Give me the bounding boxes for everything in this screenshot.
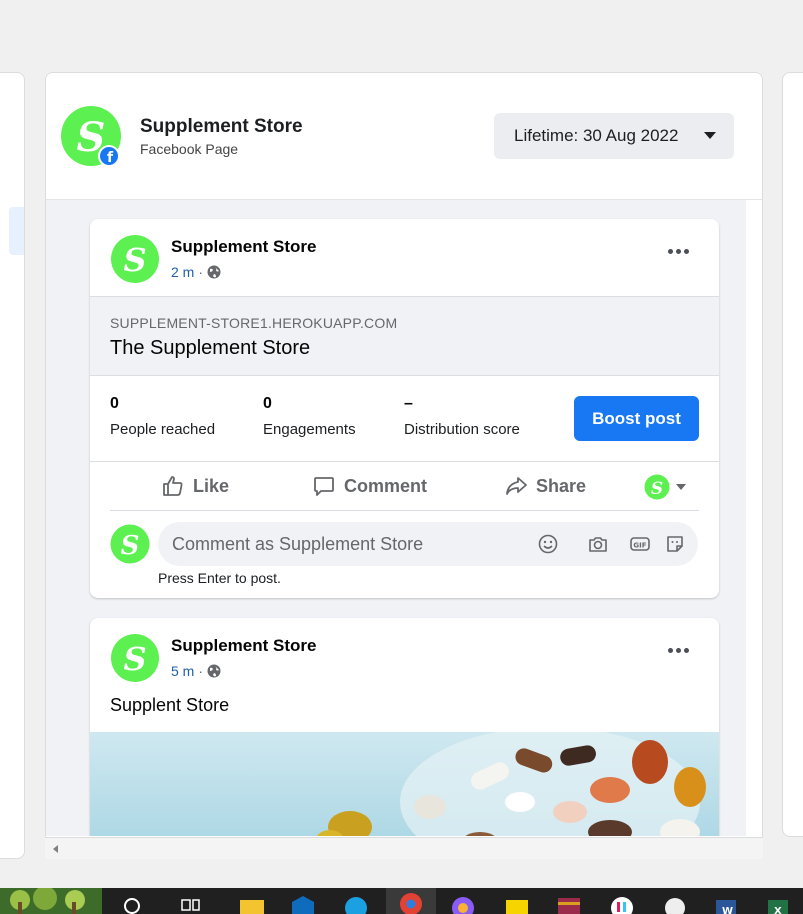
post-author-avatar[interactable]: S xyxy=(110,633,160,683)
chrome-taskbar-active[interactable] xyxy=(386,888,436,914)
svg-text:S: S xyxy=(121,531,140,561)
like-icon xyxy=(163,476,183,496)
left-panel-stub xyxy=(0,72,25,859)
scroll-left-icon[interactable] xyxy=(53,845,58,853)
post-timestamp[interactable]: 5 m xyxy=(171,663,194,679)
stat-engagements: 0 Engagements xyxy=(263,395,356,438)
link-domain: SUPPLEMENT-STORE1.HEROKUAPP.COM xyxy=(110,315,398,331)
comment-composer: S GIF xyxy=(90,519,719,569)
date-range-dropdown[interactable]: Lifetime: 30 Aug 2022 xyxy=(494,113,734,159)
more-options-icon[interactable] xyxy=(668,249,689,254)
slack-icon[interactable] xyxy=(609,894,635,914)
stat-value: – xyxy=(404,395,413,412)
stat-label: Distribution score xyxy=(404,421,520,438)
word-icon[interactable]: W xyxy=(712,894,738,914)
file-explorer-icon[interactable] xyxy=(238,894,264,914)
gif-icon[interactable]: GIF xyxy=(629,533,651,555)
stat-distribution-score: – Distribution score xyxy=(404,395,520,438)
emoji-icon[interactable] xyxy=(537,533,559,555)
post-text: Supplent Store xyxy=(110,695,230,715)
horizontal-scrollbar[interactable] xyxy=(45,837,763,859)
comment-icon xyxy=(314,477,334,496)
panel-header: S f Supplement Store Facebook Page Lifet… xyxy=(46,73,762,200)
svg-text:S: S xyxy=(123,640,146,678)
comment-input-wrapper: GIF xyxy=(158,522,698,566)
chrome-icon xyxy=(400,893,422,914)
svg-text:X: X xyxy=(774,906,782,914)
left-panel-highlight xyxy=(9,207,24,255)
post-card: S Supplement Store 5 m · Supplent Store xyxy=(90,618,719,836)
caret-down-icon xyxy=(704,132,716,139)
post-card: S Supplement Store 2 m · SUPPLEMENT-STOR… xyxy=(90,219,719,598)
globe-icon xyxy=(207,265,221,279)
page-name[interactable]: Supplement Store xyxy=(140,116,303,138)
stat-people-reached: 0 People reached xyxy=(110,395,215,438)
post-actions-bar: Like Comment Share S xyxy=(90,461,719,511)
post-insights-panel: S f Supplement Store Facebook Page Lifet… xyxy=(45,72,763,859)
edge-icon[interactable] xyxy=(343,894,369,914)
windows-taskbar: W X xyxy=(0,888,803,914)
sticky-notes-icon[interactable] xyxy=(504,894,530,914)
stat-value: 0 xyxy=(110,395,119,412)
taskbar-widget-icon[interactable] xyxy=(0,888,102,914)
page-avatar-small: S xyxy=(644,474,670,500)
like-button[interactable]: Like xyxy=(161,474,229,498)
search-icon[interactable] xyxy=(120,894,146,914)
post-author-avatar[interactable]: S xyxy=(110,234,160,284)
facebook-badge-icon: f xyxy=(98,145,120,167)
like-label: Like xyxy=(193,475,230,496)
svg-text:S: S xyxy=(651,479,663,499)
stat-label: Engagements xyxy=(263,421,356,438)
comment-label: Comment xyxy=(344,475,428,496)
link-preview[interactable]: SUPPLEMENT-STORE1.HEROKUAPP.COM The Supp… xyxy=(90,296,719,376)
stat-value: 0 xyxy=(263,395,272,412)
globe-icon xyxy=(207,664,221,678)
task-view-icon[interactable] xyxy=(178,894,204,914)
more-options-icon[interactable] xyxy=(668,648,689,653)
post-meta: 2 m · xyxy=(171,264,221,280)
comment-hint: Press Enter to post. xyxy=(158,570,281,586)
stat-label: People reached xyxy=(110,421,216,438)
link-title: The Supplement Store xyxy=(110,337,311,359)
comment-input[interactable] xyxy=(172,522,522,566)
app-icon-purple[interactable] xyxy=(450,894,476,914)
reaction-identity-selector[interactable]: S xyxy=(644,474,686,500)
post-meta: 5 m · xyxy=(171,663,221,679)
commenter-avatar: S xyxy=(110,524,150,564)
post-author-name[interactable]: Supplement Store xyxy=(171,237,316,257)
date-range-label: Lifetime: 30 Aug 2022 xyxy=(514,126,679,145)
share-label: Share xyxy=(536,475,587,496)
svg-text:W: W xyxy=(722,906,733,914)
winrar-icon[interactable] xyxy=(556,894,582,914)
app-icon-ghost[interactable] xyxy=(662,894,688,914)
post-feed[interactable]: S Supplement Store 2 m · SUPPLEMENT-STOR… xyxy=(46,200,746,836)
svg-text:f: f xyxy=(107,150,114,166)
mail-icon[interactable] xyxy=(290,894,316,914)
share-button[interactable]: Share xyxy=(504,474,586,498)
share-icon xyxy=(506,477,527,495)
camera-icon[interactable] xyxy=(587,533,609,555)
boost-post-button[interactable]: Boost post xyxy=(574,396,699,441)
right-panel-stub xyxy=(782,72,803,837)
page-type-label: Facebook Page xyxy=(140,141,239,157)
excel-icon[interactable]: X xyxy=(764,894,790,914)
svg-text:GIF: GIF xyxy=(633,542,646,550)
comment-button[interactable]: Comment xyxy=(312,474,427,498)
caret-down-icon xyxy=(676,484,686,490)
sticker-icon[interactable] xyxy=(664,533,686,555)
svg-text:S: S xyxy=(123,241,146,279)
post-timestamp[interactable]: 2 m xyxy=(171,264,194,280)
post-author-name[interactable]: Supplement Store xyxy=(171,636,316,656)
post-image-supplements[interactable] xyxy=(90,732,719,836)
page-avatar[interactable]: S f xyxy=(60,105,122,167)
